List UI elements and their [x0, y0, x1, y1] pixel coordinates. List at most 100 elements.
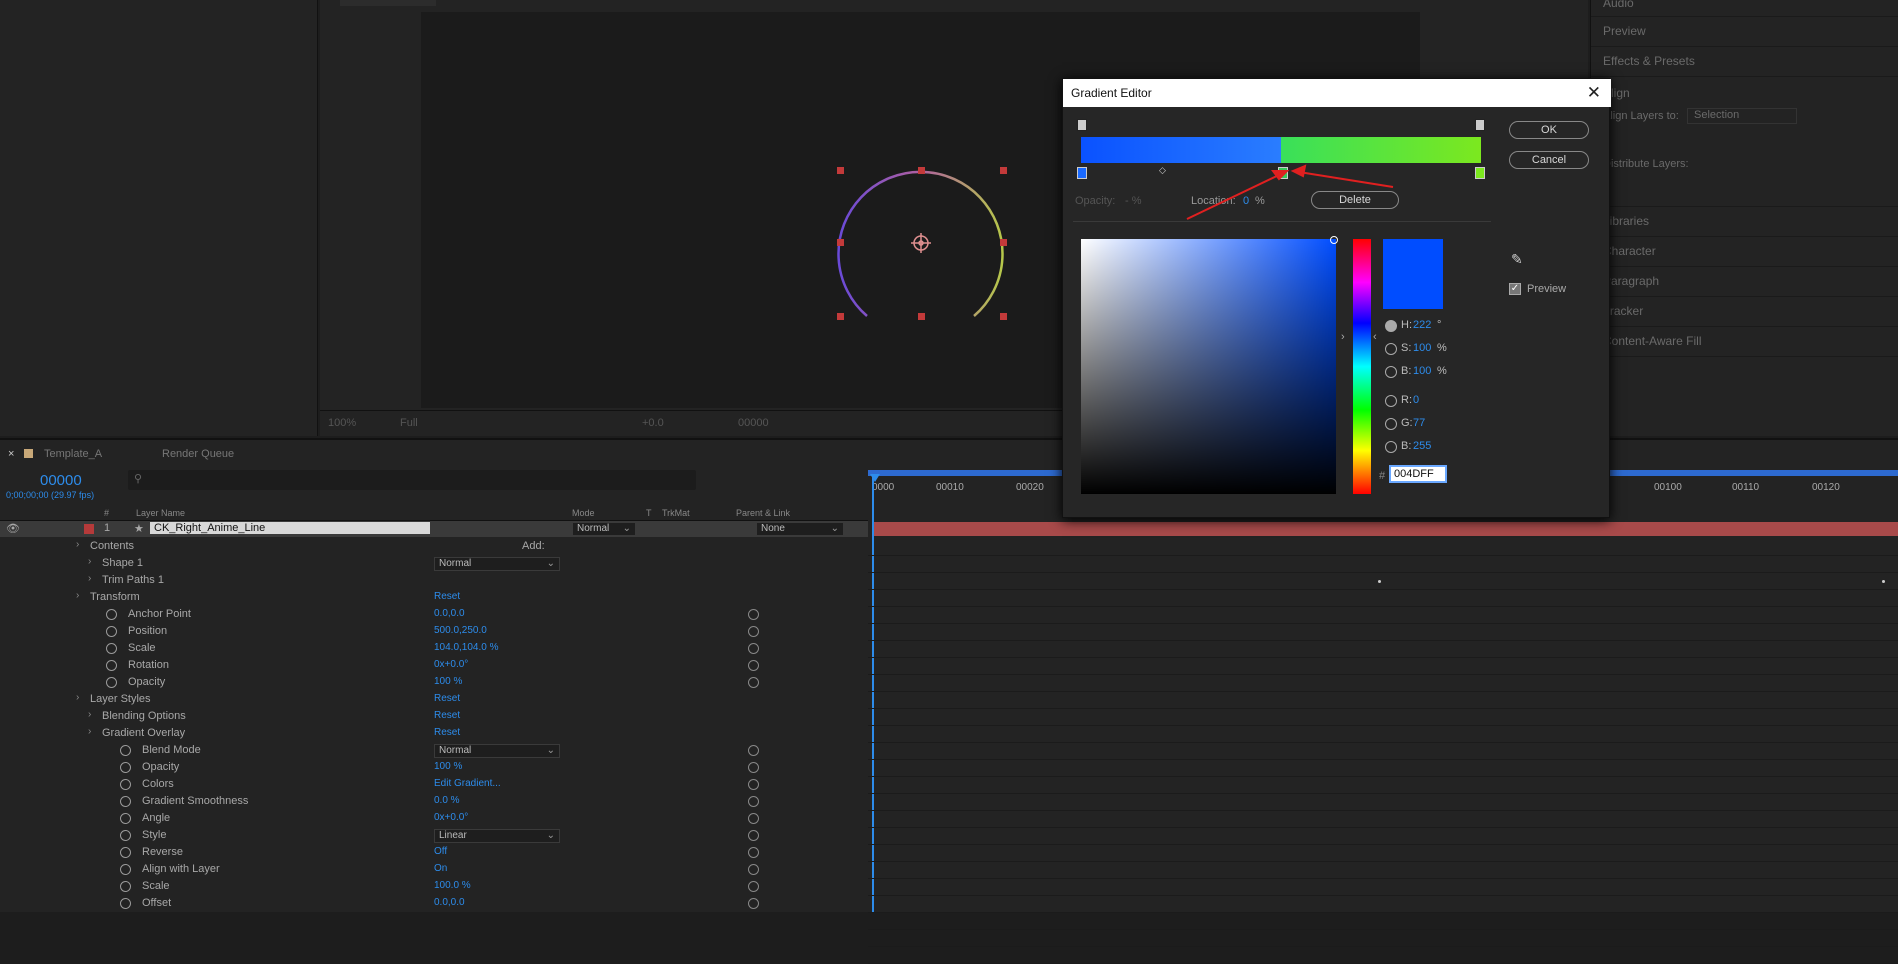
property-value[interactable]: 500.0,250.0: [434, 625, 487, 636]
property-row[interactable]: Opacity 100 %: [0, 675, 868, 691]
chevron-icon[interactable]: ›: [76, 590, 79, 601]
preview-checkbox[interactable]: ✓: [1509, 283, 1521, 295]
blue-value[interactable]: 255: [1413, 440, 1431, 452]
property-value[interactable]: Reset: [434, 693, 460, 704]
property-row[interactable]: › Blending Options Reset: [0, 709, 868, 725]
b-value[interactable]: 100: [1413, 365, 1431, 377]
timeline-timecode[interactable]: 00000: [40, 472, 82, 489]
comp-tab[interactable]: [340, 0, 436, 6]
close-tab-icon[interactable]: ×: [8, 448, 14, 460]
property-dropdown[interactable]: Linear ⌄: [434, 829, 560, 843]
pickwhip-icon[interactable]: [748, 609, 759, 620]
tab-template-a[interactable]: Template_A: [44, 448, 102, 460]
eyedropper-icon[interactable]: ✎: [1511, 251, 1523, 268]
property-row[interactable]: Style Linear ⌄: [0, 828, 868, 844]
g-value[interactable]: 77: [1413, 417, 1425, 429]
property-row[interactable]: Colors Edit Gradient...: [0, 777, 868, 793]
align-to-dropdown[interactable]: Selection: [1687, 108, 1797, 124]
resolution-dropdown[interactable]: Full: [400, 417, 418, 429]
panel-audio[interactable]: Audio: [1603, 0, 1634, 10]
stopwatch-icon[interactable]: [120, 796, 131, 807]
tab-render-queue[interactable]: Render Queue: [162, 448, 234, 460]
property-row[interactable]: Align with Layer On: [0, 862, 868, 878]
property-row[interactable]: › Layer Styles Reset: [0, 692, 868, 708]
pickwhip-icon[interactable]: [748, 847, 759, 858]
pickwhip-icon[interactable]: [748, 881, 759, 892]
property-value[interactable]: Reset: [434, 710, 460, 721]
property-row[interactable]: Anchor Point 0.0,0.0: [0, 607, 868, 623]
property-row[interactable]: Offset 0.0,0.0: [0, 896, 868, 912]
layer-mode-dropdown[interactable]: Normal ⌄: [572, 522, 636, 536]
stopwatch-icon[interactable]: [106, 626, 117, 637]
property-value[interactable]: 0x+0.0°: [434, 812, 468, 823]
pickwhip-icon[interactable]: [748, 660, 759, 671]
hex-input[interactable]: 004DFF: [1389, 465, 1447, 483]
property-value[interactable]: Reset: [434, 727, 460, 738]
eye-icon[interactable]: 👁: [6, 522, 20, 535]
pickwhip-icon[interactable]: [748, 830, 759, 841]
pickwhip-icon[interactable]: [748, 762, 759, 773]
add-button[interactable]: Add:: [522, 540, 545, 552]
stopwatch-icon[interactable]: [106, 609, 117, 620]
stopwatch-icon[interactable]: [120, 898, 131, 909]
stopwatch-icon[interactable]: [120, 779, 131, 790]
property-value[interactable]: Edit Gradient...: [434, 778, 501, 789]
panel-paragraph[interactable]: Paragraph: [1603, 274, 1659, 288]
h-value[interactable]: 222: [1413, 319, 1431, 331]
stopwatch-icon[interactable]: [106, 677, 117, 688]
panel-effects-presets[interactable]: Effects & Presets: [1603, 54, 1695, 68]
s-value[interactable]: 100: [1413, 342, 1431, 354]
property-value[interactable]: 0.0 %: [434, 795, 460, 806]
property-row[interactable]: › Trim Paths 1: [0, 573, 868, 589]
stopwatch-icon[interactable]: [106, 660, 117, 671]
saturation-brightness-field[interactable]: [1081, 239, 1336, 494]
chevron-icon[interactable]: ›: [88, 573, 91, 584]
property-row[interactable]: › Gradient Overlay Reset: [0, 726, 868, 742]
pickwhip-icon[interactable]: [748, 898, 759, 909]
property-row[interactable]: › Contents Add:: [0, 539, 868, 555]
property-value[interactable]: 100.0 %: [434, 880, 471, 891]
property-row[interactable]: Scale 104.0,104.0 %: [0, 641, 868, 657]
pickwhip-icon[interactable]: [748, 643, 759, 654]
property-value[interactable]: 100 %: [434, 676, 462, 687]
exposure-value[interactable]: +0.0: [642, 417, 664, 429]
property-row[interactable]: Rotation 0x+0.0°: [0, 658, 868, 674]
layer-row-1[interactable]: 👁 1 ★ CK_Right_Anime_Line Normal ⌄ None ⌄: [0, 521, 868, 537]
layer-duration-bar[interactable]: [874, 522, 1898, 536]
stopwatch-icon[interactable]: [120, 830, 131, 841]
property-row[interactable]: Reverse Off: [0, 845, 868, 861]
color-picker-cursor[interactable]: [1330, 236, 1338, 244]
property-dropdown[interactable]: Normal ⌄: [434, 557, 560, 571]
playhead-handle[interactable]: [870, 474, 880, 482]
panel-preview[interactable]: Preview: [1603, 24, 1646, 38]
zoom-dropdown[interactable]: 100%: [328, 417, 356, 429]
property-row[interactable]: Scale 100.0 %: [0, 879, 868, 895]
chevron-icon[interactable]: ›: [88, 556, 91, 567]
comp-timecode[interactable]: 00000: [738, 417, 769, 429]
parent-dropdown[interactable]: None ⌄: [756, 522, 844, 536]
layer-name[interactable]: CK_Right_Anime_Line: [150, 522, 430, 534]
pickwhip-icon[interactable]: [748, 864, 759, 875]
property-row[interactable]: Angle 0x+0.0°: [0, 811, 868, 827]
stopwatch-icon[interactable]: [120, 762, 131, 773]
property-row[interactable]: Blend Mode Normal ⌄: [0, 743, 868, 759]
s-radio[interactable]: [1385, 343, 1397, 355]
pickwhip-icon[interactable]: [748, 796, 759, 807]
ok-button[interactable]: OK: [1509, 121, 1589, 139]
property-value[interactable]: 0x+0.0°: [434, 659, 468, 670]
h-radio[interactable]: [1385, 320, 1397, 332]
stopwatch-icon[interactable]: [120, 864, 131, 875]
pickwhip-icon[interactable]: [748, 779, 759, 790]
layer-search-input[interactable]: ⚲: [128, 470, 696, 490]
header-layer-name[interactable]: Layer Name: [136, 508, 185, 518]
hue-slider[interactable]: [1353, 239, 1371, 494]
r-value[interactable]: 0: [1413, 394, 1419, 406]
property-dropdown[interactable]: Normal ⌄: [434, 744, 560, 758]
property-value[interactable]: 104.0,104.0 %: [434, 642, 499, 653]
property-row[interactable]: Position 500.0,250.0: [0, 624, 868, 640]
chevron-icon[interactable]: ›: [76, 692, 79, 703]
pickwhip-icon[interactable]: [748, 745, 759, 756]
pickwhip-icon[interactable]: [748, 677, 759, 688]
chevron-icon[interactable]: ›: [76, 539, 79, 550]
property-value[interactable]: Reset: [434, 591, 460, 602]
